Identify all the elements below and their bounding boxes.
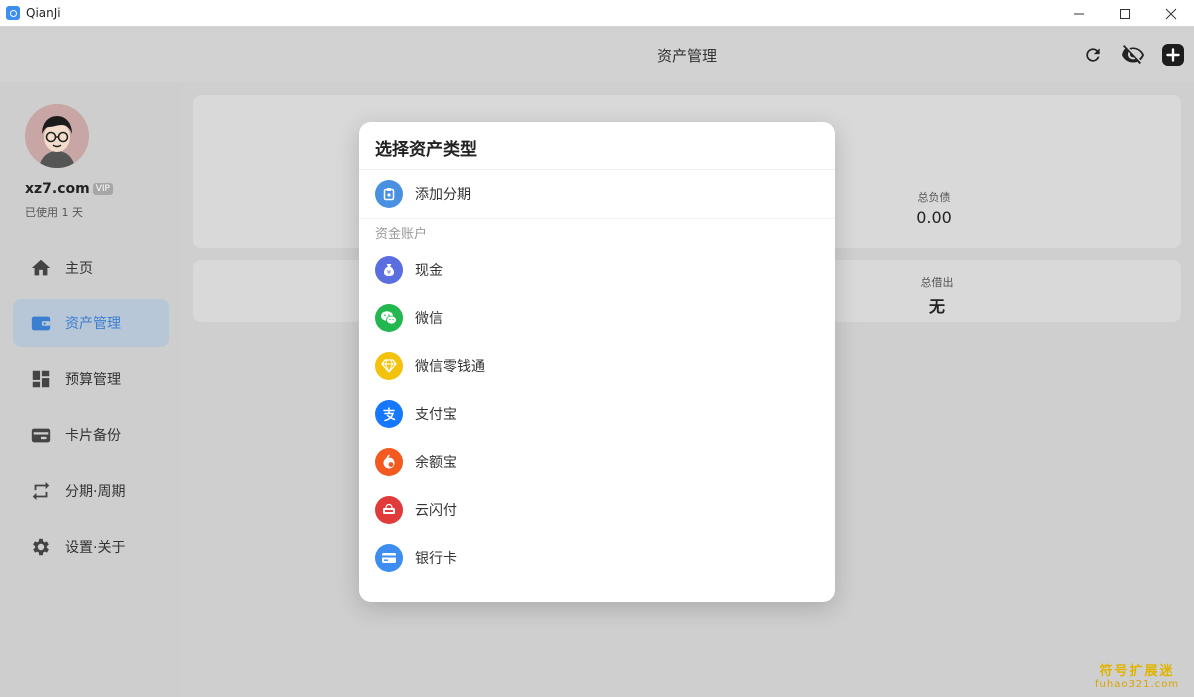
- watermark-main: 符号扩展迷: [1099, 664, 1175, 679]
- option-label: 添加分期: [415, 187, 471, 203]
- maximize-icon: [1120, 8, 1130, 19]
- option-label: 支付宝: [415, 407, 457, 423]
- avatar[interactable]: [25, 104, 89, 168]
- vip-badge: VIP: [92, 183, 113, 195]
- diamond-icon: [375, 352, 403, 380]
- home-icon: [30, 257, 52, 279]
- total-liability-value: 0.00: [916, 208, 952, 227]
- dashboard-icon: [30, 368, 52, 390]
- sidebar-item-installments[interactable]: 分期·周期: [13, 467, 169, 515]
- add-asset-button[interactable]: [1160, 42, 1186, 68]
- bank-card-icon: [375, 544, 403, 572]
- watermark-sub: fuhao321.com: [1095, 679, 1180, 690]
- card-icon: [30, 424, 52, 446]
- divider: [359, 218, 835, 219]
- option-yuebao[interactable]: 余额宝: [359, 438, 835, 486]
- option-label: 银行卡: [415, 551, 457, 567]
- repeat-icon: [30, 480, 52, 502]
- window-titlebar: QianJi: [0, 0, 1194, 27]
- total-lent-label: 总借出: [920, 276, 954, 289]
- wechat-icon: [375, 304, 403, 332]
- username-text: xz7.com: [25, 181, 90, 197]
- section-label-fund-accounts: 资金账户: [375, 227, 428, 242]
- installment-icon: [375, 180, 403, 208]
- sidebar-item-settings[interactable]: 设置·关于: [13, 523, 169, 571]
- option-alipay[interactable]: 支付宝: [359, 390, 835, 438]
- refresh-icon: [1086, 48, 1100, 62]
- total-lent-value: 无: [928, 297, 945, 316]
- cash-bag-icon: ¥: [375, 256, 403, 284]
- yuebao-icon: [375, 448, 403, 476]
- avatar-illustration: [25, 104, 89, 168]
- option-label: 云闪付: [415, 503, 457, 519]
- option-label: 微信零钱通: [415, 359, 485, 375]
- page-title: 资产管理: [656, 47, 717, 65]
- sidebar-item-label: 预算管理: [65, 372, 121, 388]
- maximize-button[interactable]: [1102, 0, 1148, 27]
- option-label: 微信: [415, 311, 443, 327]
- alipay-icon: [375, 400, 403, 428]
- total-lent: 总借出 无: [911, 274, 963, 317]
- minimize-icon: [1074, 13, 1084, 14]
- sidebar-item-label: 资产管理: [65, 316, 121, 332]
- refresh-button[interactable]: [1080, 42, 1106, 68]
- sidebar-item-label: 分期·周期: [65, 484, 126, 500]
- option-wechat[interactable]: 微信: [359, 294, 835, 342]
- sidebar-item-home[interactable]: 主页: [13, 244, 169, 292]
- svg-text:¥: ¥: [387, 268, 391, 276]
- option-label: 余额宝: [415, 455, 457, 471]
- gear-icon: [30, 536, 52, 558]
- username: xz7.com VIP: [25, 181, 113, 197]
- eye-off-icon: [1122, 45, 1144, 65]
- total-liability-label: 总负债: [917, 191, 951, 204]
- window-title: QianJi: [26, 6, 61, 20]
- close-icon: [1165, 8, 1177, 19]
- sidebar-item-label: 主页: [65, 261, 93, 277]
- unionpay-icon: [375, 496, 403, 524]
- plus-icon: [1162, 44, 1184, 66]
- hide-amounts-button[interactable]: [1120, 42, 1146, 68]
- sidebar-item-card-backup[interactable]: 卡片备份: [13, 411, 169, 459]
- wallet-icon: [30, 312, 52, 334]
- minimize-button[interactable]: [1056, 0, 1102, 27]
- sidebar-item-label: 卡片备份: [65, 428, 121, 444]
- dialog-title: 选择资产类型: [375, 140, 477, 160]
- sidebar-item-assets[interactable]: 资产管理: [13, 299, 169, 347]
- option-add-installment[interactable]: 添加分期: [359, 170, 835, 218]
- option-bank-card[interactable]: 银行卡: [359, 534, 835, 582]
- watermark: 符号扩展迷 fuhao321.com: [1095, 660, 1179, 690]
- app-logo-icon: [6, 6, 20, 20]
- sidebar: xz7.com VIP 已使用 1 天 主页 资产管理 预算管理 卡片备份 分期…: [0, 82, 181, 697]
- app-header: 资产管理: [0, 28, 1194, 82]
- close-button[interactable]: [1148, 0, 1194, 27]
- option-label: 现金: [415, 263, 443, 279]
- total-liability: 总负债 0.00: [908, 189, 960, 227]
- option-unionpay[interactable]: 云闪付: [359, 486, 835, 534]
- option-wechat-lingqiantong[interactable]: 微信零钱通: [359, 342, 835, 390]
- asset-type-dialog: 选择资产类型 添加分期 资金账户 ¥ 现金 微信 微信零钱通 支付宝 余额宝 云…: [359, 122, 835, 602]
- option-cash[interactable]: ¥ 现金: [359, 246, 835, 294]
- usage-days: 已使用 1 天: [25, 206, 83, 219]
- sidebar-item-label: 设置·关于: [65, 540, 126, 556]
- sidebar-item-budget[interactable]: 预算管理: [13, 355, 169, 403]
